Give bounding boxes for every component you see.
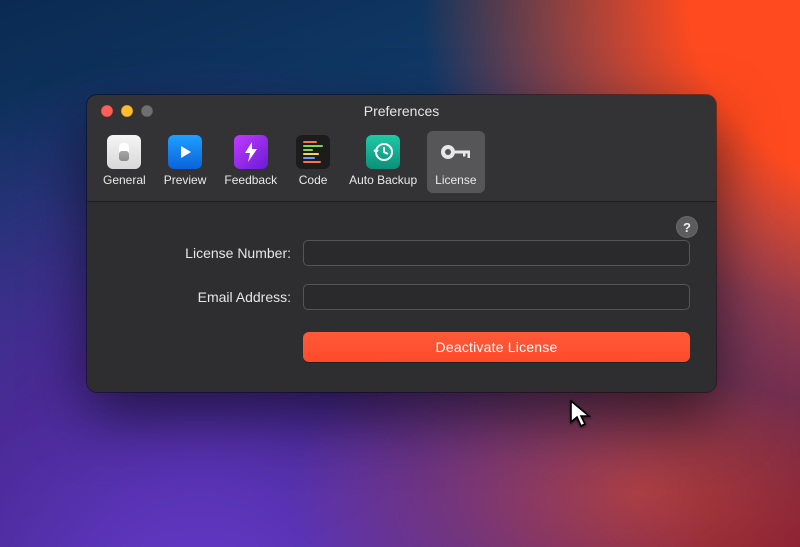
tab-auto-backup[interactable]: Auto Backup	[341, 131, 425, 193]
help-button[interactable]: ?	[676, 216, 698, 238]
tab-general[interactable]: General	[95, 131, 154, 193]
tab-code[interactable]: Code	[287, 131, 339, 193]
key-icon	[439, 135, 473, 169]
email-label: Email Address:	[113, 289, 303, 305]
minimize-window-button[interactable]	[121, 105, 133, 117]
deactivate-license-button[interactable]: Deactivate License	[303, 332, 690, 362]
titlebar: Preferences	[87, 95, 716, 127]
license-number-row: License Number:	[113, 240, 690, 266]
tab-label: Preview	[164, 173, 207, 187]
license-number-input[interactable]	[303, 240, 690, 266]
tab-label: Code	[299, 173, 328, 187]
zoom-window-button[interactable]	[141, 105, 153, 117]
tab-feedback[interactable]: Feedback	[216, 131, 285, 193]
close-window-button[interactable]	[101, 105, 113, 117]
tab-label: General	[103, 173, 146, 187]
switch-icon	[107, 135, 141, 169]
preferences-window: Preferences General Preview Feedback	[87, 95, 716, 392]
license-number-label: License Number:	[113, 245, 303, 261]
lightning-icon	[234, 135, 268, 169]
code-icon	[296, 135, 330, 169]
window-title: Preferences	[364, 103, 439, 119]
play-icon	[168, 135, 202, 169]
tab-preview[interactable]: Preview	[156, 131, 215, 193]
mouse-cursor-icon	[570, 400, 596, 430]
time-machine-icon	[366, 135, 400, 169]
license-pane: ? License Number: Email Address: Deactiv…	[87, 202, 716, 392]
window-controls	[101, 105, 153, 117]
action-row: Deactivate License	[113, 332, 690, 362]
preferences-toolbar: General Preview Feedback	[87, 127, 716, 202]
tab-label: License	[435, 173, 476, 187]
email-row: Email Address:	[113, 284, 690, 310]
tab-label: Auto Backup	[349, 173, 417, 187]
tab-label: Feedback	[224, 173, 277, 187]
email-input[interactable]	[303, 284, 690, 310]
tab-license[interactable]: License	[427, 131, 484, 193]
